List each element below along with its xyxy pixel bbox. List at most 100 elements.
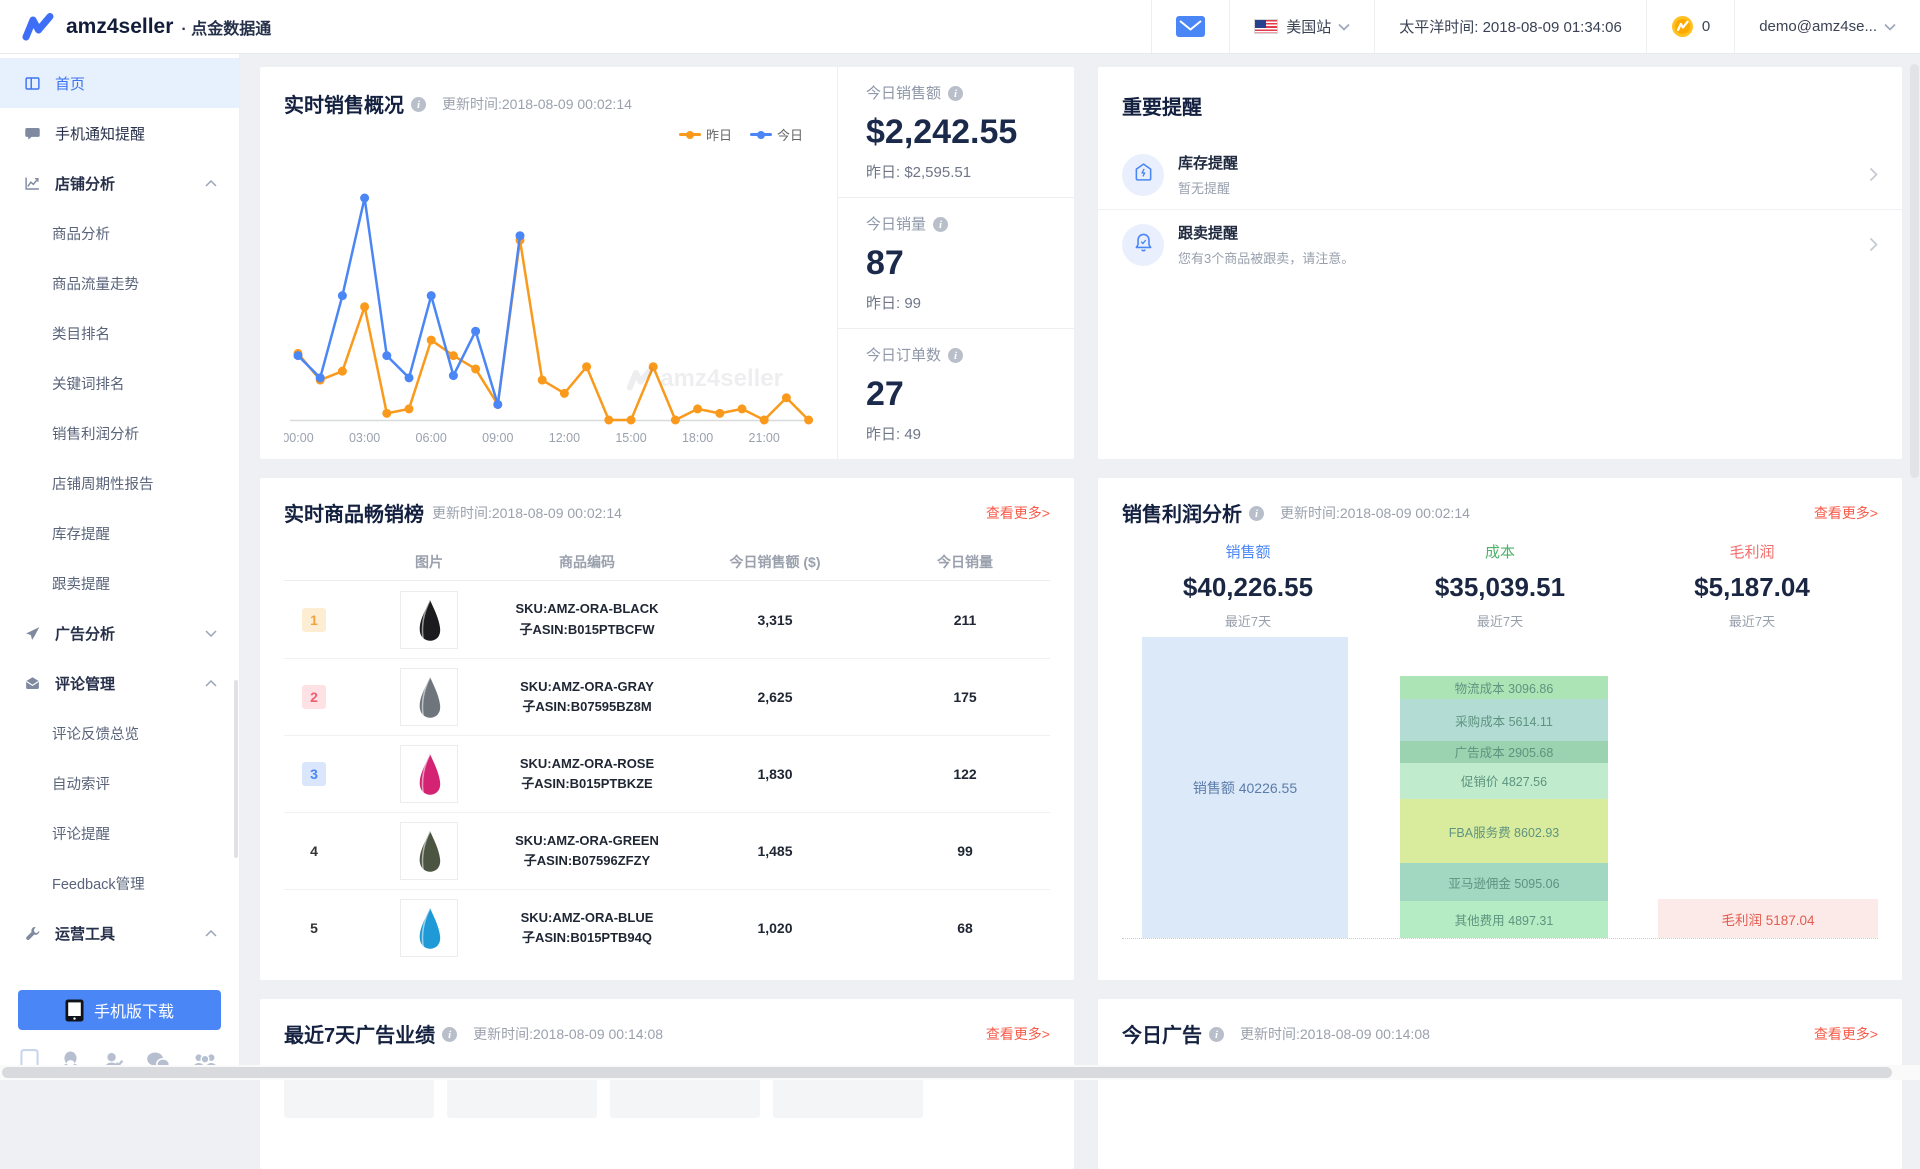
sidebar-item-label: 广告分析 [55, 623, 115, 644]
rank-cell: 2 [284, 685, 354, 709]
sidebar-item-shop-analysis[interactable]: 店铺分析 [0, 158, 239, 208]
legend-today[interactable]: 今日 [750, 125, 803, 144]
sidebar-item-label: 手机通知提醒 [55, 123, 145, 144]
info-icon[interactable]: i [411, 97, 426, 112]
ads-7day-card: 最近7天广告业绩 i 更新时间:2018-08-09 00:14:08 查看更多… [260, 999, 1074, 1169]
profit-card: 销售利润分析 i 更新时间:2018-08-09 00:02:14 查看更多> … [1098, 478, 1902, 980]
table-row[interactable]: 2SKU:AMZ-ORA-GRAY子ASIN:B07595BZ8M2,62517… [284, 658, 1050, 735]
marketplace-label: 美国站 [1286, 16, 1331, 37]
sidebar-item-periodic-report[interactable]: 店铺周期性报告 [0, 458, 239, 508]
sidebar-item-phone-notify[interactable]: 手机通知提醒 [0, 108, 239, 158]
view-more-link[interactable]: 查看更多> [986, 503, 1050, 523]
product-image [400, 591, 458, 649]
product-image [400, 822, 458, 880]
sidebar-item-review-management[interactable]: 评论管理 [0, 658, 239, 708]
sidebar-item-traffic-trend[interactable]: 商品流量走势 [0, 258, 239, 308]
product-image [400, 899, 458, 957]
today-sales-cell: 1,830 [670, 766, 880, 782]
update-time: 更新时间:2018-08-09 00:02:14 [442, 94, 632, 114]
rank-cell: 3 [284, 762, 354, 786]
today-stat: 今日销售额i$2,242.55昨日: $2,595.51 [838, 67, 1074, 197]
info-icon[interactable]: i [442, 1027, 457, 1042]
sidebar-item-keyword-rank[interactable]: 关键词排名 [0, 358, 239, 408]
brand-logo[interactable]: amz4seller · 点金数据通 [0, 13, 271, 41]
stat-label-text: 今日销量 [866, 213, 926, 234]
today-stat: 今日订单数i27昨日: 49 [838, 328, 1074, 459]
profit-stat-label: 毛利润 [1626, 541, 1878, 562]
profit-block: 毛利润 5187.04 [1658, 899, 1878, 938]
chevron-right-icon [1869, 167, 1878, 182]
stat-yesterday-value: 昨日: $2,595.51 [866, 161, 1074, 182]
view-more-link[interactable]: 查看更多> [1814, 503, 1878, 523]
stat-value: $2,242.55 [866, 113, 1074, 152]
svg-text:09:00: 09:00 [482, 431, 513, 445]
info-icon[interactable]: i [933, 217, 948, 232]
chart-icon [24, 175, 42, 192]
info-icon[interactable]: i [1209, 1027, 1224, 1042]
info-icon[interactable]: i [948, 86, 963, 101]
table-row[interactable]: 1SKU:AMZ-ORA-BLACK子ASIN:B015PTBCFW3,3152… [284, 581, 1050, 658]
svg-text:18:00: 18:00 [682, 431, 713, 445]
sidebar-item-ad-analysis[interactable]: 广告分析 [0, 608, 239, 658]
wrench-icon [24, 925, 42, 942]
image-cell [354, 668, 504, 726]
rank-cell: 4 [284, 839, 354, 863]
view-more-link[interactable]: 查看更多> [986, 1024, 1050, 1044]
sidebar-item-inventory-alert[interactable]: 库存提醒 [0, 508, 239, 558]
info-icon[interactable]: i [1249, 506, 1264, 521]
sidebar-item-profit-analysis[interactable]: 销售利润分析 [0, 408, 239, 458]
sidebar-item-review-overview[interactable]: 评论反馈总览 [0, 708, 239, 758]
alert-row-inventory[interactable]: 库存提醒暂无提醒 [1098, 140, 1902, 210]
sidebar-item-hijack-alert[interactable]: 跟卖提醒 [0, 558, 239, 608]
sidebar-item-home[interactable]: 首页 [0, 58, 239, 108]
topbar: amz4seller · 点金数据通 美国站 太平洋时间: 2018-08-09… [0, 0, 1920, 54]
inventory-icon [1133, 162, 1154, 188]
alert-title: 跟卖提醒 [1178, 222, 1354, 243]
update-time: 更新时间:2018-08-09 00:14:08 [473, 1024, 663, 1044]
product-code-cell: SKU:AMZ-ORA-ROSE子ASIN:B015PTBKZE [504, 754, 670, 794]
sidebar-item-auto-review-request[interactable]: 自动索评 [0, 758, 239, 808]
update-time: 更新时间:2018-08-09 00:02:14 [1280, 503, 1470, 523]
info-icon[interactable]: i [948, 348, 963, 363]
horizontal-scrollbar-track [0, 1065, 1920, 1080]
asin-text: 子ASIN:B015PTBKZE [504, 774, 670, 794]
vertical-scrollbar[interactable] [1910, 64, 1919, 478]
ads-7day-title: 最近7天广告业绩 [284, 1019, 435, 1048]
sku-text: SKU:AMZ-ORA-BLACK [504, 599, 670, 619]
sku-text: SKU:AMZ-ORA-ROSE [504, 754, 670, 774]
cost-block: 其他费用 4897.31 [1400, 901, 1608, 938]
sku-text: SKU:AMZ-ORA-BLUE [504, 908, 670, 928]
table-row[interactable]: 3SKU:AMZ-ORA-ROSE子ASIN:B015PTBKZE1,83012… [284, 735, 1050, 812]
sidebar-item-operation-tools[interactable]: 运营工具 [0, 908, 239, 958]
table-header-row: 图片商品编码今日销售额 ($)今日销量 [284, 543, 1050, 581]
table-row[interactable]: 4SKU:AMZ-ORA-GREEN子ASIN:B07596ZFZY1,4859… [284, 812, 1050, 889]
sidebar-item-label: 销售利润分析 [52, 423, 139, 444]
sidebar-scrollbar[interactable] [234, 680, 238, 858]
table-row[interactable]: 5SKU:AMZ-ORA-BLUE子ASIN:B015PTB94Q1,02068 [284, 889, 1050, 966]
bell-icon [1133, 232, 1154, 258]
legend-yesterday[interactable]: 昨日 [679, 125, 732, 144]
product-code-cell: SKU:AMZ-ORA-GREEN子ASIN:B07596ZFZY [504, 831, 670, 871]
sidebar-item-label: 评论提醒 [52, 823, 110, 844]
home-icon [24, 75, 42, 92]
sidebar-item-review-alert[interactable]: 评论提醒 [0, 808, 239, 858]
coin-balance[interactable]: 0 [1646, 0, 1734, 53]
mobile-app-download-button[interactable]: 手机版下载 [18, 990, 221, 1030]
rank-badge: 3 [302, 762, 326, 786]
sales-overview-card: 实时销售概况 i 更新时间:2018-08-09 00:02:14 昨日 今日 … [260, 67, 1074, 459]
messages-button[interactable] [1151, 0, 1229, 53]
account-menu[interactable]: demo@amz4se... [1734, 0, 1920, 53]
sidebar-item-feedback-management[interactable]: Feedback管理 [0, 858, 239, 908]
view-more-link[interactable]: 查看更多> [1814, 1024, 1878, 1044]
today-qty-cell: 99 [880, 843, 1050, 859]
sidebar-item-product-analysis[interactable]: 商品分析 [0, 208, 239, 258]
sidebar-item-category-rank[interactable]: 类目排名 [0, 308, 239, 358]
sidebar-item-label: 关键词排名 [52, 373, 125, 394]
mail-icon [24, 675, 42, 692]
sidebar-item-label: 跟卖提醒 [52, 573, 110, 594]
image-cell [354, 899, 504, 957]
alert-row-bell[interactable]: 跟卖提醒您有3个商品被跟卖，请注意。 [1098, 210, 1902, 279]
horizontal-scrollbar-thumb[interactable] [2, 1067, 1892, 1078]
marketplace-selector[interactable]: 美国站 [1229, 0, 1374, 53]
alerts-title: 重要提醒 [1098, 67, 1902, 140]
